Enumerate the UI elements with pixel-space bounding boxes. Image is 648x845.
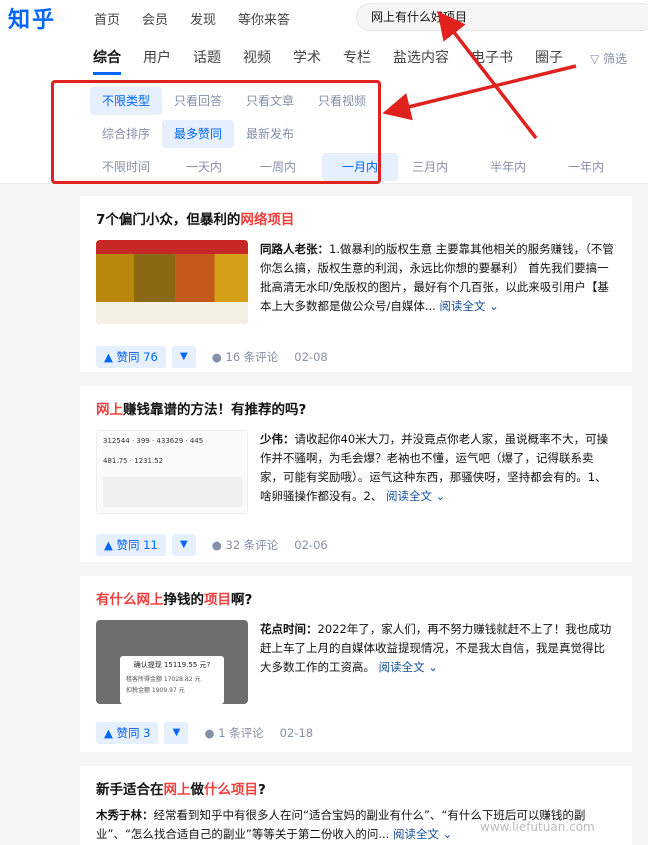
comment-icon: ● [204,726,215,740]
read-more-link[interactable]: 阅读全文 ⌄ [393,827,452,841]
filter-time-year[interactable]: 一年内 [556,153,616,181]
tab-videos[interactable]: 视频 [243,47,271,71]
comments-link[interactable]: ● 32 条评论 [212,537,279,553]
result-card: 7个偏门小众，但暴利的网络项目 同路人老张：1.做暴利的版权生意 主要靠其他相关… [80,196,632,372]
nav-vip[interactable]: 会员 [142,9,168,28]
post-date: 02-08 [294,350,328,364]
nav-waiting[interactable]: 等你来答 [238,9,290,28]
result-card: 有什么网上挣钱的项目啊? 确认提现 15119.55 元? 租客所得金额 170… [80,576,632,752]
zhihu-logo[interactable]: 知乎 [8,2,56,34]
comments-link[interactable]: ● 16 条评论 [212,349,279,365]
upvote-button[interactable]: ▲ 赞同 11 [96,534,166,556]
read-more-link[interactable]: 阅读全文 ⌄ [440,299,499,313]
tab-topics[interactable]: 话题 [193,47,221,71]
result-excerpt: 花点时间：2022年了，家人们，再不努力赚钱就赶不上了！我也成功赶上车了上月的自… [260,622,612,674]
tab-ebooks[interactable]: 电子书 [471,47,513,71]
comment-icon: ● [211,538,222,552]
downvote-button[interactable]: ▼ [164,722,189,744]
top-navbar: 知乎 首页 会员 发现 等你来答 网上有什么好项目 [0,0,648,36]
nav-home[interactable]: 首页 [94,9,120,28]
post-date: 02-06 [294,538,328,552]
result-title[interactable]: 网上赚钱靠谱的方法！有推荐的吗? [96,400,616,420]
comments-link[interactable]: ● 1 条评论 [204,725,263,741]
watermark-text: www.liefutuan.com [480,820,595,834]
result-title[interactable]: 新手适合在网上做什么项目? [96,780,616,800]
result-thumbnail[interactable]: 312544 · 399 · 433629 · 445 481.75 · 123… [96,430,248,514]
annotation-highlight-box [51,80,381,184]
nav-discover[interactable]: 发现 [190,9,216,28]
tab-salt-content[interactable]: 盐选内容 [393,47,449,71]
upvote-button[interactable]: ▲ 赞同 3 [96,722,159,744]
comment-icon: ● [211,350,222,364]
upvote-button[interactable]: ▲ 赞同 76 [96,346,166,368]
result-card: 网上赚钱靠谱的方法！有推荐的吗? 312544 · 399 · 433629 ·… [80,386,632,562]
tab-columns[interactable]: 专栏 [343,47,371,71]
downvote-button[interactable]: ▼ [171,534,196,556]
downvote-button[interactable]: ▼ [171,346,196,368]
funnel-icon: ▽ [590,52,600,66]
top-nav: 首页 会员 发现 等你来答 [94,9,312,28]
result-title[interactable]: 有什么网上挣钱的项目啊? [96,590,616,610]
result-thumbnail[interactable] [96,240,248,324]
read-more-link[interactable]: 阅读全文 ⌄ [386,489,445,503]
filter-label: 筛选 [603,52,628,66]
tab-comprehensive[interactable]: 综合 [93,47,121,75]
search-input[interactable]: 网上有什么好项目 [356,3,648,31]
tab-circles[interactable]: 圈子 [535,47,563,71]
tab-academic[interactable]: 学术 [293,47,321,71]
result-thumbnail[interactable]: 确认提现 15119.55 元? 租客所得金额 17028.82 元 扣税金额 … [96,620,248,704]
search-tabs: 综合 用户 话题 视频 学术 专栏 盐选内容 电子书 圈子 [93,47,585,75]
filter-time-3months[interactable]: 三月内 [400,153,460,181]
tab-users[interactable]: 用户 [143,47,171,71]
result-excerpt: 少伟：请收起你40米大刀，并没竟点你老人家，虽说概率不大，可操作并不骚啊，为毛会… [260,432,609,503]
filter-time-half-year[interactable]: 半年内 [478,153,538,181]
result-excerpt: 同路人老张：1.做暴利的版权生意 主要靠其他相关的服务赚钱，（不管你怎么搞，版权… [260,242,614,313]
post-date: 02-18 [279,726,314,740]
result-title[interactable]: 7个偏门小众，但暴利的网络项目 [96,210,616,230]
filter-button[interactable]: ▽ 筛选 [590,50,627,67]
read-more-link[interactable]: 阅读全文 ⌄ [379,660,438,674]
